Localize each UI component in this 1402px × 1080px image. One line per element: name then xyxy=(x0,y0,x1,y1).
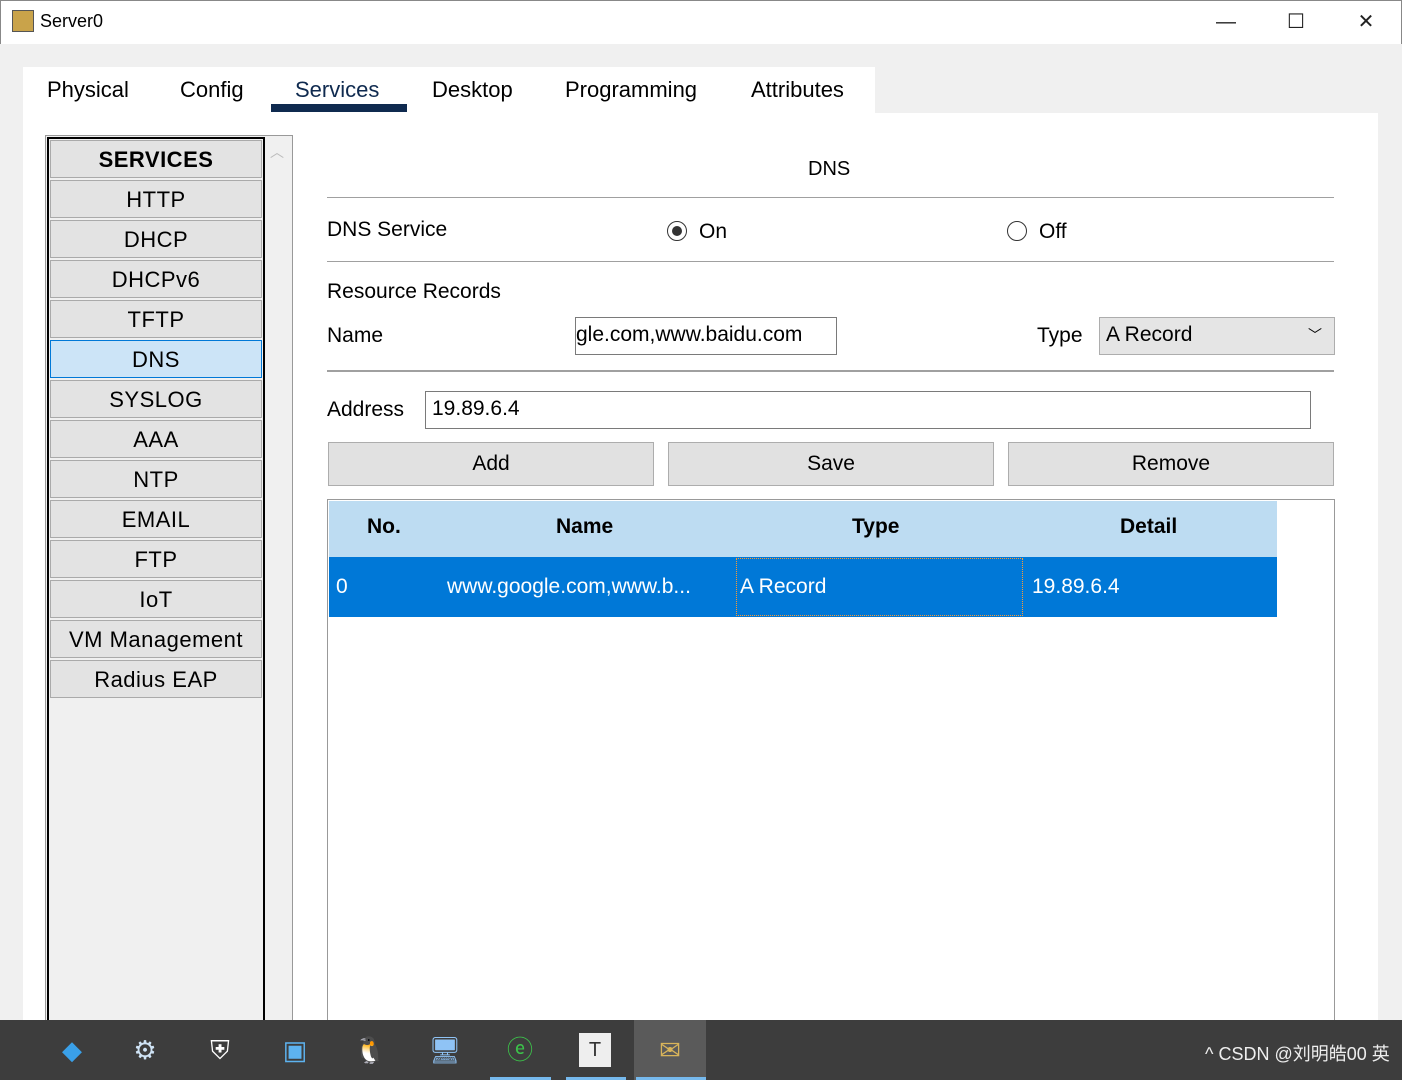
name-label: Name xyxy=(327,324,384,347)
dns-service-label: DNS Service xyxy=(327,218,448,241)
address-input[interactable]: 19.89.6.4 xyxy=(425,391,1311,429)
dns-on-radio[interactable] xyxy=(667,221,687,241)
resource-records-label: Resource Records xyxy=(327,280,501,303)
column-header-detail[interactable]: Detail xyxy=(1120,515,1177,539)
scroll-up-icon[interactable]: ︿ xyxy=(270,142,284,162)
cell-name: www.google.com,www.b... xyxy=(447,575,691,598)
control-panel-icon[interactable]: ▣ xyxy=(275,1030,315,1070)
settings-gear-icon[interactable]: ⚙ xyxy=(125,1030,165,1070)
chevron-down-icon: ﹀ xyxy=(1308,327,1322,343)
tab-programming[interactable]: Programming xyxy=(565,77,697,103)
maximize-button[interactable]: ☐ xyxy=(1276,8,1316,36)
sidebar-item-vm-management[interactable]: VM Management xyxy=(50,620,262,658)
tab-attributes[interactable]: Attributes xyxy=(751,77,844,103)
close-button[interactable]: ✕ xyxy=(1346,8,1386,36)
cell-detail: 19.89.6.4 xyxy=(1032,575,1120,598)
divider xyxy=(327,197,1334,198)
column-header-no[interactable]: No. xyxy=(367,515,401,539)
sidebar-item-dhcp[interactable]: DHCP xyxy=(50,220,262,258)
active-tab-indicator xyxy=(271,104,407,112)
sidebar-item-dns[interactable]: DNS xyxy=(50,340,262,378)
dns-title: DNS xyxy=(808,158,851,180)
dns-on-label[interactable]: On xyxy=(699,220,727,244)
type-select-value: A Record xyxy=(1106,323,1193,346)
type-label: Type xyxy=(1037,324,1083,347)
remove-button[interactable]: Remove xyxy=(1008,442,1334,486)
system-tray[interactable]: ^ CSDN @刘明皓00 英 xyxy=(1205,1040,1390,1066)
cell-type: A Record xyxy=(740,575,827,598)
sidebar-item-dhcpv6[interactable]: DHCPv6 xyxy=(50,260,262,298)
security-shield-icon[interactable]: ⛨ xyxy=(200,1030,240,1070)
name-input[interactable]: gle.com,www.baidu.com xyxy=(575,317,837,355)
address-label: Address xyxy=(327,398,405,421)
sidebar-item-http[interactable]: HTTP xyxy=(50,180,262,218)
window-title: Server0 xyxy=(40,11,104,31)
typora-icon[interactable]: T xyxy=(579,1033,611,1067)
save-button[interactable]: Save xyxy=(668,442,994,486)
divider xyxy=(327,370,1334,372)
browser-icon[interactable]: ⓔ xyxy=(500,1030,540,1070)
column-header-name[interactable]: Name xyxy=(556,515,613,539)
tab-physical[interactable]: Physical xyxy=(47,77,129,103)
app-icon xyxy=(12,10,34,32)
sidebar-item-radius-eap[interactable]: Radius EAP xyxy=(50,660,262,698)
sidebar-item-ntp[interactable]: NTP xyxy=(50,460,262,498)
tab-config[interactable]: Config xyxy=(180,77,244,103)
dns-off-radio[interactable] xyxy=(1007,221,1027,241)
sidebar-item-email[interactable]: EMAIL xyxy=(50,500,262,538)
dns-off-label[interactable]: Off xyxy=(1039,220,1067,244)
divider xyxy=(327,261,1334,262)
sidebar-item-aaa[interactable]: AAA xyxy=(50,420,262,458)
tab-services[interactable]: Services xyxy=(295,77,379,103)
type-select[interactable]: A Record ﹀ xyxy=(1099,317,1335,355)
packet-tracer-server-icon[interactable]: ✉ xyxy=(650,1030,690,1070)
cube-app-icon[interactable]: ◆ xyxy=(52,1030,92,1070)
cell-no: 0 xyxy=(336,575,348,598)
computer-icon[interactable]: 🖥 xyxy=(425,1030,465,1070)
title-bar xyxy=(0,0,1402,44)
sidebar-item-iot[interactable]: IoT xyxy=(50,580,262,618)
minimize-button[interactable]: — xyxy=(1206,8,1246,36)
qq-penguin-icon[interactable]: 🐧 xyxy=(350,1030,390,1070)
column-header-type[interactable]: Type xyxy=(852,515,899,539)
add-button[interactable]: Add xyxy=(328,442,654,486)
services-header: SERVICES xyxy=(50,140,262,178)
sidebar-item-ftp[interactable]: FTP xyxy=(50,540,262,578)
sidebar-item-syslog[interactable]: SYSLOG xyxy=(50,380,262,418)
sidebar-item-tftp[interactable]: TFTP xyxy=(50,300,262,338)
tab-desktop[interactable]: Desktop xyxy=(432,77,513,103)
